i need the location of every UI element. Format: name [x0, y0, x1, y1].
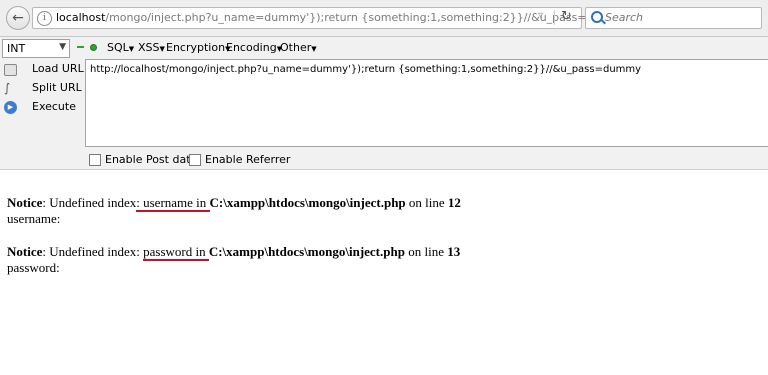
notice-on-line: on line	[405, 195, 448, 210]
search-placeholder: Search	[605, 11, 644, 24]
increase-dot-icon[interactable]	[90, 44, 97, 51]
int-select[interactable]: INT ▼	[2, 39, 70, 58]
url-separator	[554, 10, 555, 25]
menu-encryption[interactable]: Encryption▼	[166, 41, 230, 54]
hackbar-toolbar: INT ▼ SQL▼ XSS▼ Encryption▼ Encoding▼ Ot…	[0, 37, 768, 60]
menu-sql[interactable]: SQL▼	[107, 41, 134, 54]
output-username: username:	[7, 211, 61, 226]
notice-index-password: password in	[143, 244, 209, 261]
info-icon[interactable]: i	[37, 11, 52, 26]
notice-line-1: Notice: Undefined index: username in C:\…	[7, 195, 461, 212]
notice-line-number: 13	[447, 244, 461, 259]
decrease-dot-icon[interactable]	[77, 46, 84, 48]
search-input[interactable]: Search	[585, 7, 762, 29]
url-history-dropdown-icon[interactable]: ▿	[538, 10, 543, 21]
hackbar-panel: Load URL ∫ Split URL ▶ Execute http://lo…	[0, 59, 768, 170]
url-path: /mongo/inject.php?u_name=dummy'});return…	[105, 11, 629, 24]
notice-on-line: on line	[404, 244, 448, 259]
enable-post-data-label: Enable Post data	[105, 153, 198, 166]
notice-line-2: Notice: Undefined index: password in C:\…	[7, 244, 461, 261]
notice-label: Notice	[7, 244, 43, 259]
url-textarea-value: http://localhost/mongo/inject.php?u_name…	[90, 64, 642, 75]
url-host: localhost	[56, 11, 106, 24]
notice-path: C:\xampp\htdocs\mongo\inject.php	[209, 195, 406, 210]
notice-index-username: : username in	[136, 195, 210, 212]
checkbox-box	[189, 154, 201, 166]
reload-icon[interactable]: ↻	[561, 9, 572, 24]
menu-other[interactable]: Other▼	[280, 41, 317, 54]
split-url-label: Split URL	[32, 81, 82, 94]
output-password: password:	[7, 260, 60, 275]
menu-encoding[interactable]: Encoding▼	[226, 41, 282, 54]
back-button[interactable]: ←	[6, 6, 30, 30]
int-select-value: INT	[7, 42, 26, 55]
split-url-icon: ∫	[4, 81, 11, 95]
back-arrow-icon: ←	[12, 10, 24, 26]
browser-navbar: ← i localhost/mongo/inject.php?u_name=du…	[0, 0, 768, 37]
notice-message: : Undefined index	[42, 195, 137, 210]
checkbox-box	[89, 154, 101, 166]
notice-line-number: 12	[447, 195, 461, 210]
url-textarea[interactable]: http://localhost/mongo/inject.php?u_name…	[85, 59, 768, 147]
enable-referrer-label: Enable Referrer	[205, 153, 291, 166]
search-icon	[591, 11, 603, 23]
notice-message: : Undefined index:	[42, 244, 144, 259]
notice-path: C:\xampp\htdocs\mongo\inject.php	[208, 244, 405, 259]
load-url-label: Load URL	[32, 62, 84, 75]
execute-icon: ▶	[4, 101, 17, 114]
chevron-down-icon: ▼	[59, 42, 66, 52]
load-url-icon	[4, 64, 17, 76]
notice-label: Notice	[7, 195, 43, 210]
menu-xss[interactable]: XSS▼	[138, 41, 165, 54]
execute-label: Execute	[32, 100, 76, 113]
url-bar[interactable]: i localhost/mongo/inject.php?u_name=dumm…	[32, 7, 628, 29]
